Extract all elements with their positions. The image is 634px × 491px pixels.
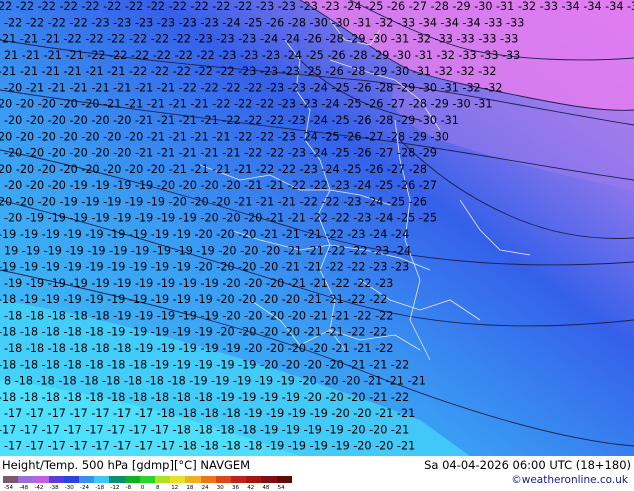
color-scale-tick: 42 [247, 485, 255, 491]
color-scale-swatch [170, 476, 186, 483]
color-scale-swatch [109, 476, 125, 483]
temperature-label-row: -17 -17 -17 -17 -17 -17 -17 -18 -18 -18 … [4, 407, 415, 420]
color-scale-tick: -48 [19, 485, 29, 491]
map-footer: Height/Temp. 500 hPa [gdmp][°C] NAVGEM S… [0, 456, 634, 491]
temperature-label-row: 20 -20 -20 -20 -20 -20 -20 -20 -21 -21 -… [0, 163, 427, 176]
color-scale-tick: -24 [80, 485, 89, 491]
temperature-label-row: 8 -18 -18 -18 -18 -18 -18 -18 -18 -19 -1… [4, 375, 426, 388]
color-scale-tick: -12 [110, 485, 120, 491]
temperature-field: 22 -22 -22 -22 -22 -22 -22 -22 -22 -22 -… [0, 0, 634, 456]
color-scale-swatch [200, 476, 216, 483]
source-credit: ©weatheronline.co.uk [511, 474, 628, 486]
color-scale-swatch [261, 476, 277, 483]
color-scale-swatch [185, 476, 201, 483]
temperature-label-row: -18 -19 -19 -19 -19 -19 -19 -19 -19 -19 … [0, 293, 387, 306]
temperature-label-row: -20 -20 -20 -20 -20 -20 -21 -21 -21 -21 … [4, 114, 459, 127]
color-scale-swatch [48, 476, 64, 483]
color-scale-swatch [215, 476, 231, 483]
color-scale-swatch [124, 476, 140, 483]
temperature-label-row: 20 -20 -20 -20 -20 -20 -20 -21 -21 -21 -… [0, 130, 449, 143]
color-scale-swatch [231, 476, 247, 483]
temperature-label-row: -17 -17 -17 -17 -17 -17 -17 -17 -18 -18 … [4, 440, 415, 453]
temperature-label-row: -20 -20 -20 -19 -19 -19 -19 -20 -20 -20 … [4, 179, 437, 192]
temperature-label-row: 20 -20 -20 -19 -19 -19 -19 -19 -20 -20 -… [0, 195, 427, 208]
color-scale-tick: -54 [4, 485, 13, 491]
color-scale-swatch [139, 476, 155, 483]
temperature-label-row: -18 -18 -18 -18 -18 -19 -19 -19 -19 -19 … [4, 309, 393, 322]
temperature-label-row: -18 -18 -18 -18 -18 -18 -18 -19 -19 -19 … [0, 358, 409, 371]
color-scale-tick: -8 [125, 485, 132, 491]
map-title: Height/Temp. 500 hPa [gdmp][°C] NAVGEM [2, 458, 251, 472]
temperature-label-row: -21 -21 -21 -22 -22 -22 -22 -22 -22 -23 … [0, 33, 518, 46]
temperature-label-row: -20 -21 -21 -21 -21 -21 -21 -21 -22 -22 … [4, 81, 503, 94]
temperature-label-row: -18 -18 -18 -18 -18 -18 -19 -19 -19 -19 … [4, 342, 393, 355]
temperature-label-row: -19 -19 -19 -19 -19 -19 -19 -19 -19 -20 … [0, 261, 409, 274]
color-scale-swatch [94, 476, 110, 483]
temperature-label-row: -17 -17 -17 -17 -17 -17 -17 -17 -18 -18 … [0, 423, 409, 436]
temperature-label-row: -22 -22 -22 -22 -23 -23 -23 -23 -23 -23 … [4, 16, 524, 29]
temperature-label-row: 19 -19 -19 -19 -19 -19 -19 -19 -19 -19 -… [4, 244, 411, 257]
color-scale-tick: -42 [34, 485, 44, 491]
color-scale-swatch [63, 476, 79, 483]
temperature-label-row: 20 -20 -20 -20 -20 -21 -21 -21 -21 -21 -… [0, 98, 492, 111]
color-scale-swatch [79, 476, 95, 483]
color-scale-tick: 54 [277, 485, 285, 491]
temperature-label-row: -20 -20 -20 -20 -20 -20 -21 -21 -21 -21 … [4, 147, 437, 160]
color-scale-tick: -18 [95, 485, 105, 491]
color-scale-tick: 8 [156, 485, 160, 491]
valid-time-label: Sa 04-04-2026 06:00 UTC (18+180) [424, 458, 631, 472]
temperature-label-row: -18 -18 -18 -18 -18 -18 -18 -18 -18 -18 … [0, 391, 409, 404]
color-scale-tick: -38 [49, 485, 59, 491]
color-scale-tick: 24 [201, 485, 209, 491]
temperature-label-row: 21 -21 -21 -21 -22 -22 -22 -22 -22 -22 -… [4, 49, 520, 62]
temperature-label-row: -18 -18 -18 -18 -18 -19 -19 -19 -19 -19 … [0, 326, 387, 339]
color-scale-tick: 18 [186, 485, 194, 491]
color-scale-swatch [3, 476, 19, 483]
color-scale-swatch [155, 476, 171, 483]
color-scale-tick: 0 [140, 485, 145, 491]
temperature-label-row: 22 -22 -22 -22 -22 -22 -22 -22 -22 -22 -… [0, 0, 634, 13]
temperature-label-row: -20 -19 -19 -19 -19 -19 -19 -19 -19 -20 … [4, 212, 437, 225]
color-scale-swatch [276, 476, 292, 483]
color-scale-tick: 12 [171, 485, 179, 491]
color-scale-swatch [18, 476, 34, 483]
temperature-label-row: -19 -19 -19 -19 -19 -19 -19 -19 -19 -20 … [0, 228, 409, 241]
color-scale-tick: 30 [216, 485, 224, 491]
color-scale-swatch [246, 476, 262, 483]
color-scale-tick: 36 [232, 485, 239, 491]
temperature-label-row: -21 -21 -21 -21 -21 -21 -22 -22 -22 -22 … [0, 65, 497, 78]
weather-map: 22 -22 -22 -22 -22 -22 -22 -22 -22 -22 -… [0, 0, 634, 456]
color-scale-tick: -30 [64, 485, 74, 491]
temperature-label-row: -19 -19 -19 -19 -19 -19 -19 -19 -19 -19 … [4, 277, 393, 290]
color-scale-swatch [33, 476, 49, 483]
color-scale-tick: 48 [262, 485, 270, 491]
